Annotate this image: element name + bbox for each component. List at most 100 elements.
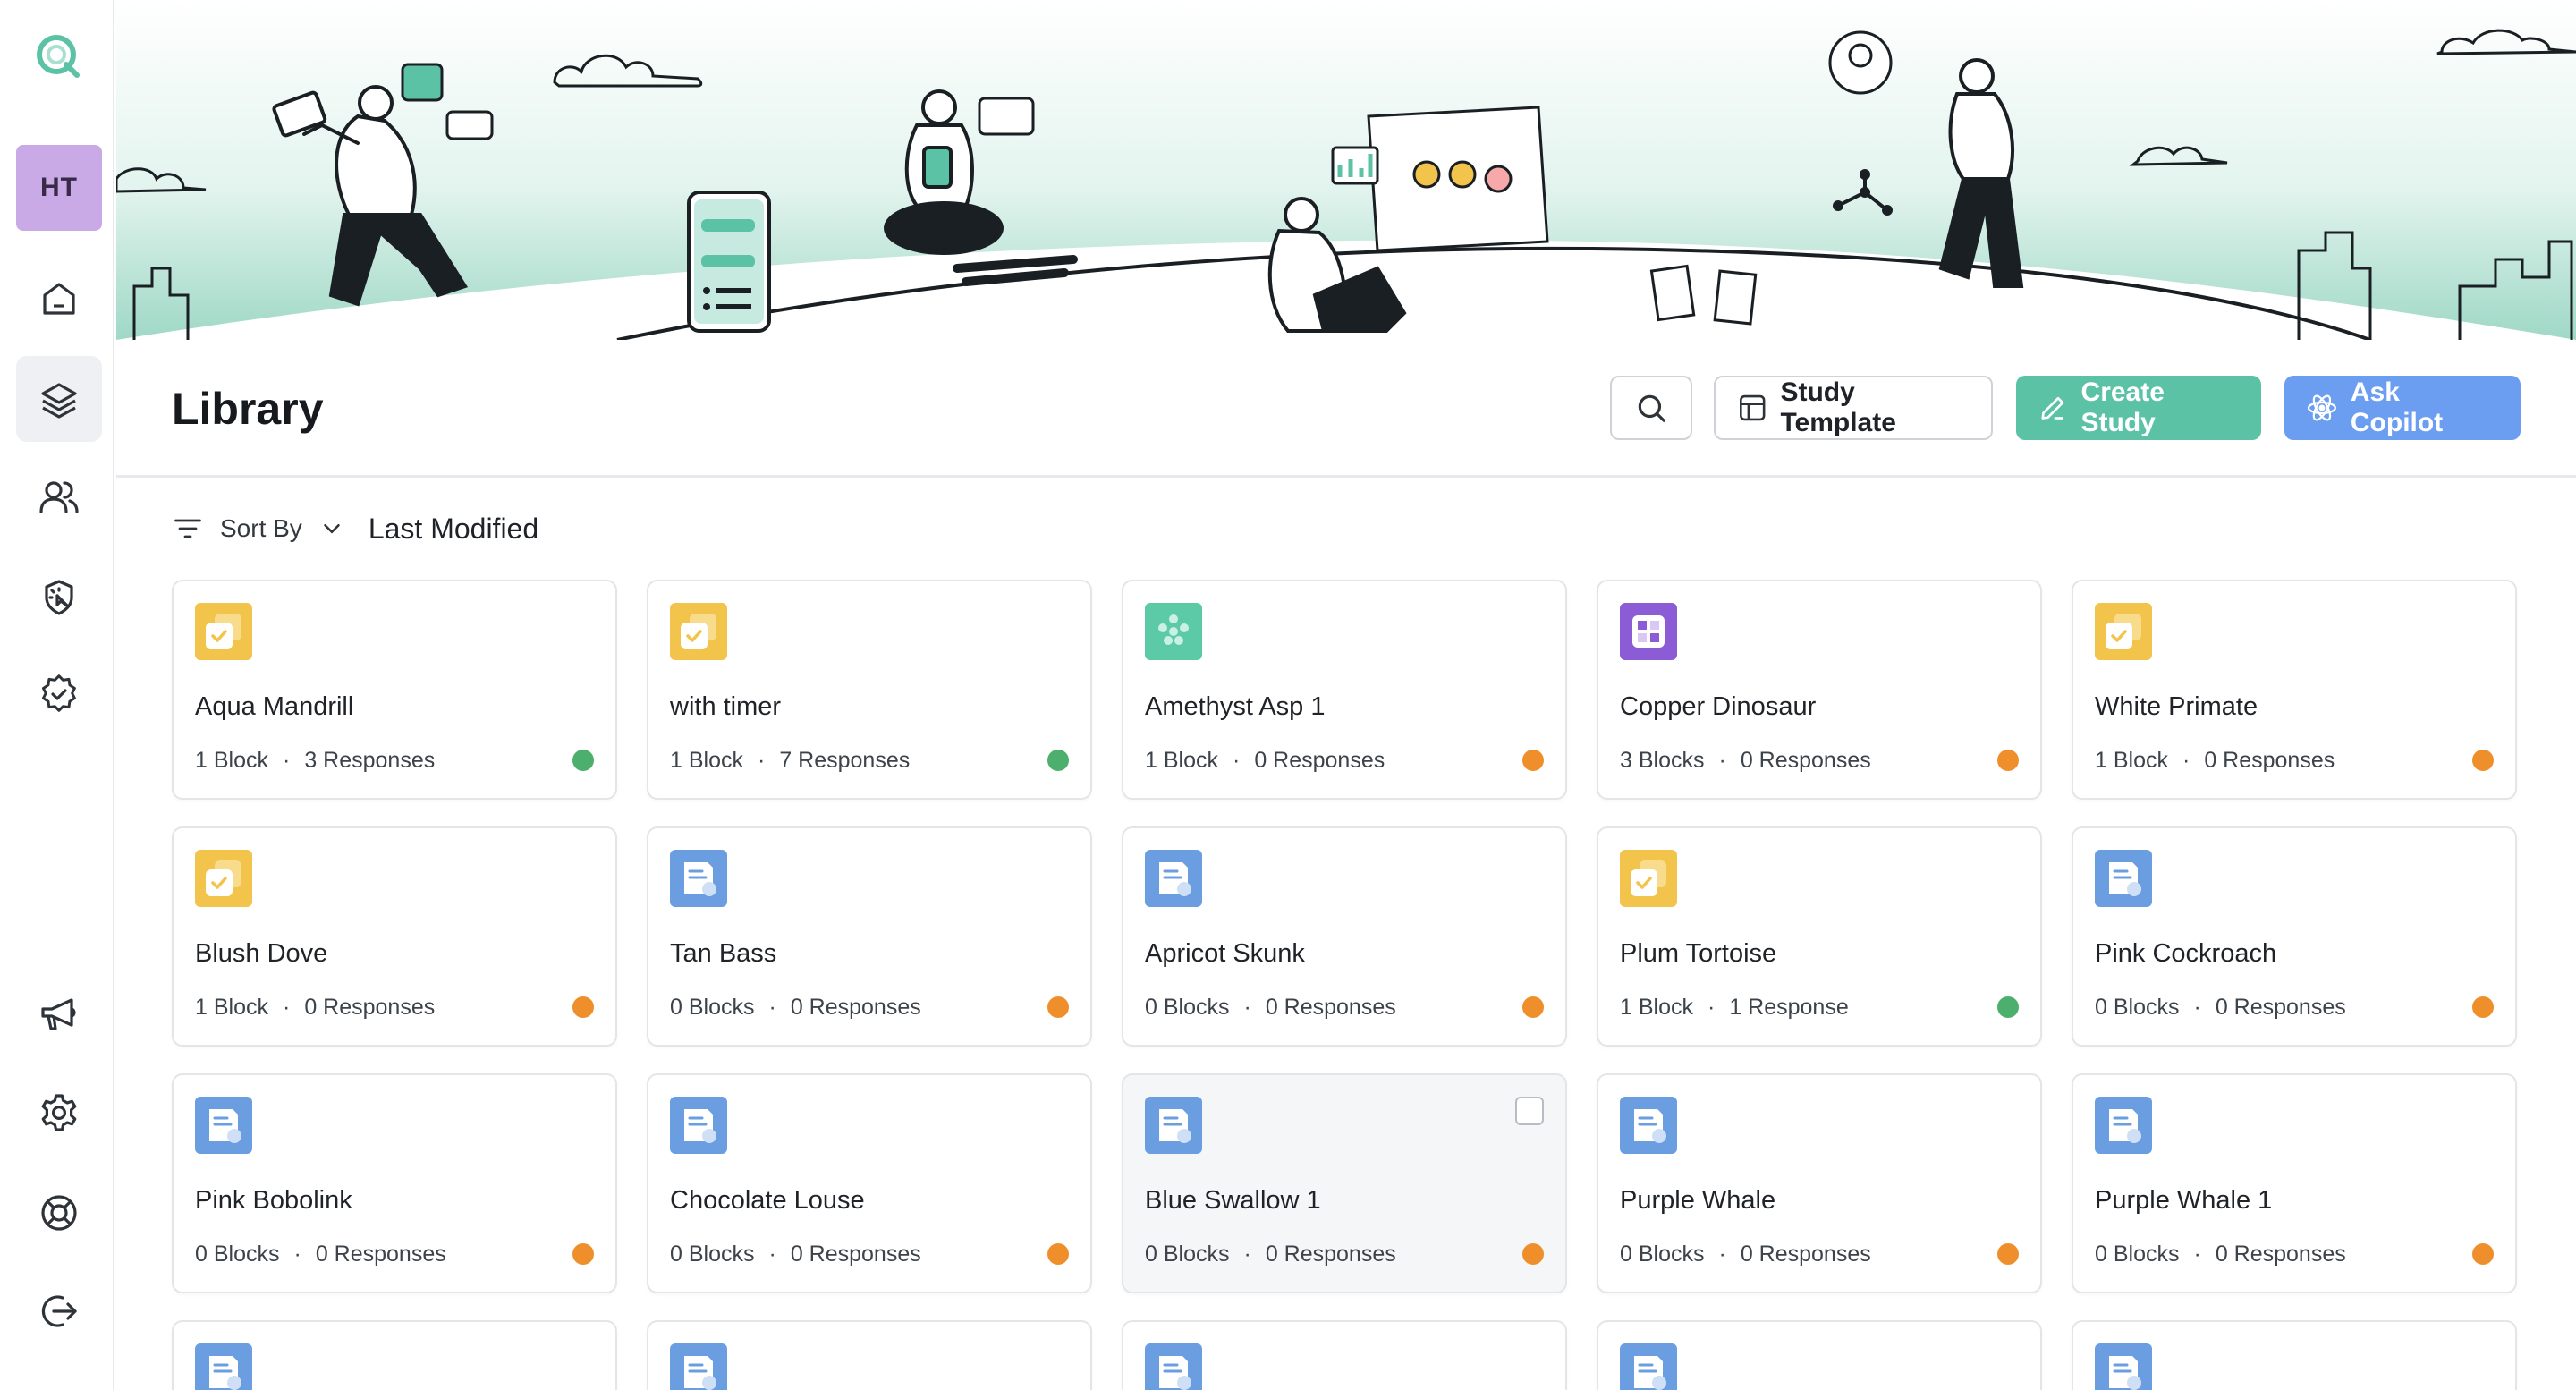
cursor-click-icon [45, 580, 73, 615]
study-card-blush-dove[interactable]: Blush Dove 1 Block · 0 Responses [172, 826, 617, 1047]
study-card-blue-swallow-1[interactable]: Blue Swallow 1 0 Blocks · 0 Responses [1122, 1073, 1567, 1293]
lifebuoy-icon [41, 1195, 77, 1231]
block-count: 1 Block [670, 748, 743, 773]
nav-announcements[interactable] [16, 971, 102, 1057]
nav-library[interactable] [16, 356, 102, 442]
status-dot [1522, 750, 1544, 771]
sidebar: HT [0, 0, 114, 1390]
study-type-icon [1145, 1097, 1202, 1154]
study-title: Apricot Skunk [1145, 939, 1305, 968]
study-template-label: Study Template [1780, 377, 1896, 437]
study-type-icon [670, 850, 727, 907]
study-card-apricot-skunk[interactable]: Apricot Skunk 0 Blocks · 0 Responses [1122, 826, 1567, 1047]
sort-dropdown-toggle[interactable] [318, 515, 345, 542]
megaphone-icon [41, 998, 76, 1030]
meta-separator: · [293, 1242, 301, 1267]
study-meta: 0 Blocks · 0 Responses [1620, 1242, 1871, 1267]
nav-settings[interactable] [16, 1070, 102, 1156]
block-count: 1 Block [195, 995, 268, 1020]
users-icon [39, 481, 79, 513]
response-count: 0 Responses [2215, 995, 2346, 1020]
page-title: Library [172, 384, 324, 434]
study-title: Blush Dove [195, 939, 328, 968]
ask-copilot-label: Ask Copilot [2350, 377, 2444, 437]
study-type-icon [2095, 603, 2152, 660]
sort-by-label: Sort By [220, 514, 302, 542]
study-card-partial[interactable] [1122, 1320, 1567, 1390]
sort-bar: Sort By Last Modified [172, 506, 538, 551]
search-icon [1638, 394, 1665, 422]
study-meta: 0 Blocks · 0 Responses [195, 1242, 446, 1267]
study-type-icon [670, 1097, 727, 1154]
study-template-button[interactable]: Study Template [1714, 376, 1993, 440]
search-button[interactable] [1610, 376, 1692, 440]
study-card-aqua-mandrill[interactable]: Aqua Mandrill 1 Block · 3 Responses [172, 580, 617, 800]
study-card-purple-whale-1[interactable]: Purple Whale 1 0 Blocks · 0 Responses [2072, 1073, 2517, 1293]
layers-icon [41, 383, 77, 419]
study-type-icon [1145, 1343, 1202, 1390]
meta-separator: · [757, 748, 766, 773]
study-card-copper-dinosaur[interactable]: Copper Dinosaur 3 Blocks · 0 Responses [1597, 580, 2042, 800]
ask-copilot-button[interactable]: Ask Copilot [2284, 376, 2521, 440]
study-meta: 1 Block · 3 Responses [195, 748, 435, 774]
badge-check-icon [41, 674, 76, 712]
filter-lines-icon [174, 519, 201, 538]
user-avatar[interactable]: HT [16, 145, 102, 231]
status-dot [2472, 996, 2494, 1018]
block-count: 0 Blocks [1145, 1242, 1230, 1267]
atom-icon [2307, 394, 2337, 421]
study-card-with-timer[interactable]: with timer 1 Block · 7 Responses [647, 580, 1092, 800]
study-meta: 0 Blocks · 0 Responses [670, 1242, 921, 1267]
study-title: Blue Swallow 1 [1145, 1186, 1321, 1215]
nav-help[interactable] [16, 1170, 102, 1256]
study-card-partial[interactable] [1597, 1320, 2042, 1390]
study-type-icon [1620, 850, 1677, 907]
meta-separator: · [282, 748, 291, 773]
meta-separator: · [2193, 1242, 2201, 1267]
study-card-partial[interactable] [172, 1320, 617, 1390]
nav-home[interactable] [16, 256, 102, 342]
meta-separator: · [282, 995, 291, 1020]
status-dot [1997, 996, 2019, 1018]
study-card-chocolate-louse[interactable]: Chocolate Louse 0 Blocks · 0 Responses [647, 1073, 1092, 1293]
study-card-purple-whale[interactable]: Purple Whale 0 Blocks · 0 Responses [1597, 1073, 2042, 1293]
study-card-amethyst-asp-1[interactable]: Amethyst Asp 1 1 Block · 0 Responses [1122, 580, 1567, 800]
response-count: 0 Responses [790, 995, 921, 1020]
block-count: 0 Blocks [2095, 1242, 2180, 1267]
logout-icon [41, 1295, 77, 1327]
nav-users[interactable] [16, 454, 102, 540]
study-card-tan-bass[interactable]: Tan Bass 0 Blocks · 0 Responses [647, 826, 1092, 1047]
sort-value[interactable]: Last Modified [369, 513, 538, 546]
meta-separator: · [768, 1242, 776, 1267]
block-count: 0 Blocks [670, 1242, 755, 1267]
study-title: Purple Whale 1 [2095, 1186, 2273, 1215]
nav-logout[interactable] [16, 1268, 102, 1354]
select-checkbox[interactable] [1515, 1097, 1544, 1125]
study-card-pink-cockroach[interactable]: Pink Cockroach 0 Blocks · 0 Responses [2072, 826, 2517, 1047]
meta-separator: · [1243, 1242, 1251, 1267]
create-study-button[interactable]: Create Study [2016, 376, 2261, 440]
meta-separator: · [1718, 1242, 1726, 1267]
study-card-white-primate[interactable]: White Primate 1 Block · 0 Responses [2072, 580, 2517, 800]
study-card-plum-tortoise[interactable]: Plum Tortoise 1 Block · 1 Response [1597, 826, 2042, 1047]
study-title: Amethyst Asp 1 [1145, 692, 1326, 721]
response-count: 1 Response [1729, 995, 1849, 1020]
nav-verified[interactable] [16, 651, 102, 737]
app-logo-icon[interactable] [32, 30, 82, 81]
study-card-pink-bobolink[interactable]: Pink Bobolink 0 Blocks · 0 Responses [172, 1073, 617, 1293]
study-title: Aqua Mandrill [195, 692, 354, 721]
status-dot [1047, 750, 1069, 771]
study-type-icon [1145, 603, 1202, 660]
study-meta: 1 Block · 0 Responses [195, 995, 435, 1021]
nav-click-test[interactable] [16, 555, 102, 640]
study-title: Pink Bobolink [195, 1186, 352, 1215]
study-meta: 1 Block · 7 Responses [670, 748, 910, 774]
meta-separator: · [2182, 748, 2190, 773]
study-meta: 0 Blocks · 0 Responses [670, 995, 921, 1021]
response-count: 0 Responses [1740, 748, 1871, 773]
study-card-partial[interactable] [2072, 1320, 2517, 1390]
study-title: Pink Cockroach [2095, 939, 2277, 968]
study-type-icon [195, 603, 252, 660]
hero-banner-illustration [116, 0, 2576, 340]
study-card-partial[interactable] [647, 1320, 1092, 1390]
